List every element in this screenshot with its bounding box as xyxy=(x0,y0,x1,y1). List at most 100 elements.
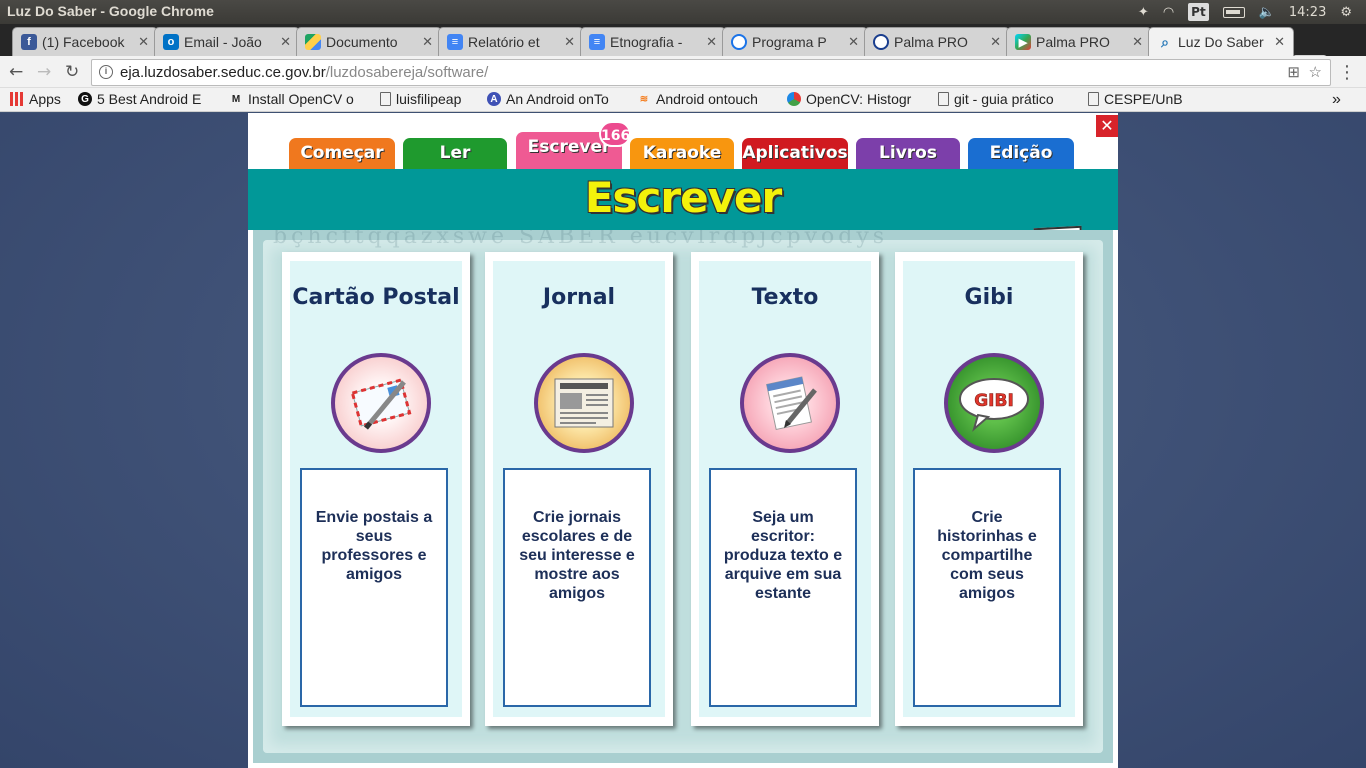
bookmark-item[interactable]: git - guia prático xyxy=(938,91,1078,107)
bookmarks-overflow-button[interactable]: » xyxy=(1332,91,1341,109)
outlook-icon: o xyxy=(163,34,179,50)
docs-icon: ≡ xyxy=(447,34,463,50)
bookmark-label: OpenCV: Histogr xyxy=(806,91,912,107)
bookmark-label: Install OpenCV o xyxy=(248,91,354,107)
gibi-bubble-text: GIBI xyxy=(974,391,1014,411)
tab-livros[interactable]: Livros xyxy=(853,135,963,169)
bookmark-label: Android ontouch xyxy=(656,91,758,107)
browser-tab[interactable]: Palma PRO ✕ xyxy=(864,27,1010,56)
tab-close-icon[interactable]: ✕ xyxy=(990,34,1001,50)
section-banner: Escrever xyxy=(248,169,1118,286)
clock[interactable]: 14:23 xyxy=(1289,5,1326,20)
notification-badge: 166 xyxy=(599,121,631,147)
card-inner: Jornal Crie jornais escolares e de seu i… xyxy=(493,261,665,717)
opencv-icon xyxy=(787,92,801,106)
browser-tab[interactable]: ≡ Etnografia - ✕ xyxy=(580,27,726,56)
window-title: Luz Do Saber - Google Chrome xyxy=(7,3,214,19)
settings-gear-icon[interactable]: ⚙ xyxy=(1340,5,1352,20)
os-top-bar: Luz Do Saber - Google Chrome ✦ ◠ Pt 🔈 14… xyxy=(0,0,1366,24)
gibi-speech-bubble-icon[interactable]: GIBI xyxy=(944,353,1044,453)
browser-tab[interactable]: ▶ Palma PRO ✕ xyxy=(1006,27,1152,56)
tab-comecar[interactable]: Começar xyxy=(286,135,398,169)
tab-label: Luz Do Saber xyxy=(1178,34,1264,50)
card-texto[interactable]: Texto Seja um escritor: produza texto e … xyxy=(691,252,879,726)
apps-grid-icon xyxy=(10,92,24,106)
wifi-icon[interactable]: ◠ xyxy=(1163,5,1174,20)
tab-ler[interactable]: Ler xyxy=(400,135,510,169)
tab-label: Palma PRO xyxy=(894,34,968,50)
browser-toolbar: ← → ↻ i eja.luzdosaber.seduc.ce.gov.br/l… xyxy=(0,56,1366,88)
bookmark-label: 5 Best Android E xyxy=(97,91,202,107)
tab-close-icon[interactable]: ✕ xyxy=(280,34,291,50)
card-description-box: Seja um escritor: produza texto e arquiv… xyxy=(709,468,857,707)
bookmark-item[interactable]: M Install OpenCV o xyxy=(229,91,367,107)
keyboard-language-indicator[interactable]: Pt xyxy=(1188,3,1209,21)
card-description-box: Crie historinhas e compartilhe com seus … xyxy=(913,468,1061,707)
browser-tab-active[interactable]: ⌕ Luz Do Saber ✕ xyxy=(1148,27,1294,56)
tab-label: Documento xyxy=(326,34,398,50)
tab-label: Palma PRO xyxy=(1036,34,1110,50)
document-pencil-icon[interactable] xyxy=(740,353,840,453)
address-bar[interactable]: i eja.luzdosaber.seduc.ce.gov.br/luzdosa… xyxy=(91,59,1331,86)
bookmark-item[interactable]: G 5 Best Android E xyxy=(78,91,218,107)
bookmark-item[interactable]: A An Android onTo xyxy=(487,91,625,107)
stack-icon: ≋ xyxy=(639,93,649,105)
card-title: Cartão Postal xyxy=(292,285,460,310)
browser-tab[interactable]: f (1) Facebook ✕ xyxy=(12,27,158,56)
tab-karaoke[interactable]: Karaoke xyxy=(627,135,737,169)
newspaper-icon[interactable] xyxy=(534,353,634,453)
tab-edicao[interactable]: Edição xyxy=(965,135,1077,169)
bookmark-item[interactable]: CESPE/UnB xyxy=(1088,91,1183,107)
bookmark-star-icon[interactable]: ☆ xyxy=(1309,60,1322,85)
chrome-menu-icon[interactable]: ⋮ xyxy=(1338,62,1356,83)
card-inner: Cartão Postal Envie postais a seus profe… xyxy=(290,261,462,717)
tab-close-icon[interactable]: ✕ xyxy=(422,34,433,50)
card-inner: Gibi GIBI Crie historinhas e compartilhe… xyxy=(903,261,1075,717)
bookmarks-bar: Apps G 5 Best Android E M Install OpenCV… xyxy=(0,88,1366,112)
tab-close-icon[interactable]: ✕ xyxy=(848,34,859,50)
card-inner: Texto Seja um escritor: produza texto e … xyxy=(699,261,871,717)
card-title: Gibi xyxy=(964,285,1014,310)
close-app-button[interactable]: ✕ xyxy=(1096,115,1118,137)
card-title: Texto xyxy=(751,285,819,310)
tab-close-icon[interactable]: ✕ xyxy=(1132,34,1143,50)
page-icon xyxy=(380,92,391,106)
bookmark-item[interactable]: ≋ Android ontouch xyxy=(637,91,775,107)
tab-label: Programa P xyxy=(752,34,827,50)
bookmark-item[interactable]: luisfilipeap xyxy=(380,91,461,107)
battery-icon[interactable] xyxy=(1222,6,1245,18)
browser-tab[interactable]: Documento ✕ xyxy=(296,27,442,56)
card-gibi[interactable]: Gibi GIBI Crie historinhas e compartilhe… xyxy=(895,252,1083,726)
site-info-icon[interactable]: i xyxy=(99,65,113,79)
dropbox-icon[interactable]: ✦ xyxy=(1138,5,1149,20)
bookmark-apps[interactable]: Apps xyxy=(10,91,61,107)
tab-label: Relatório et xyxy=(468,34,540,50)
tab-close-icon[interactable]: ✕ xyxy=(564,34,575,50)
postcard-icon[interactable] xyxy=(331,353,431,453)
back-arrow-icon[interactable]: ← xyxy=(9,62,23,82)
forward-arrow-icon[interactable]: → xyxy=(37,62,51,82)
bookmark-item[interactable]: OpenCV: Histogr xyxy=(787,91,925,107)
translate-icon[interactable]: ⊞ xyxy=(1287,60,1300,85)
m-logo-icon: M xyxy=(231,93,241,105)
bookmark-label: An Android onTo xyxy=(506,91,609,107)
browser-tab[interactable]: ≡ Relatório et ✕ xyxy=(438,27,584,56)
tab-close-icon[interactable]: ✕ xyxy=(138,34,149,50)
volume-icon[interactable]: 🔈 xyxy=(1259,5,1275,20)
browser-tab[interactable]: o Email - João ✕ xyxy=(154,27,300,56)
tab-close-icon[interactable]: ✕ xyxy=(706,34,717,50)
section-title: Escrever xyxy=(584,173,782,222)
reload-icon[interactable]: ↻ xyxy=(65,62,79,82)
tab-aplicativos[interactable]: Aplicativos xyxy=(739,135,851,169)
browser-tab[interactable]: Programa P ✕ xyxy=(722,27,868,56)
luz-do-saber-app: Começar Ler Escrever Karaoke Aplicativos… xyxy=(248,113,1118,768)
card-jornal[interactable]: Jornal Crie jornais escolares e de seu i… xyxy=(485,252,673,726)
tab-close-icon[interactable]: ✕ xyxy=(1274,34,1285,50)
card-cartao-postal[interactable]: Cartão Postal Envie postais a seus profe… xyxy=(282,252,470,726)
card-description: Crie historinhas e compartilhe com seus … xyxy=(937,509,1037,602)
facebook-icon: f xyxy=(21,34,37,50)
g-circle-icon: G xyxy=(78,92,92,106)
loading-icon: ⌕ xyxy=(1161,33,1169,50)
card-description-box: Envie postais a seus professores e amigo… xyxy=(300,468,448,707)
system-tray: ✦ ◠ Pt 🔈 14:23 ⚙ xyxy=(1138,0,1366,24)
